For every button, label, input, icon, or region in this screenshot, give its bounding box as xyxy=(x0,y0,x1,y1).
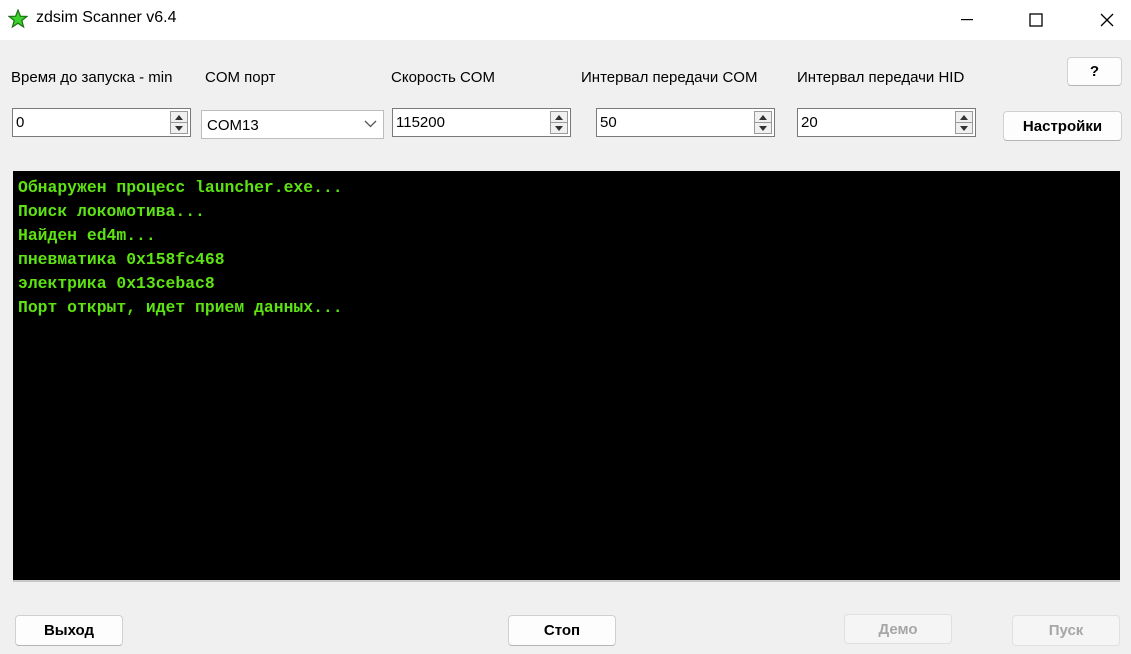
log-line: Порт открыт, идет прием данных... xyxy=(18,298,343,317)
startup-delay-label: Время до запуска - min xyxy=(11,69,173,86)
log-line: Обнаружен процесс launcher.exe... xyxy=(18,178,343,197)
stepper-arrows xyxy=(754,111,772,134)
green-star-icon xyxy=(7,8,29,29)
com-port-label: COM порт xyxy=(205,69,276,86)
maximize-button[interactable] xyxy=(1013,0,1059,40)
com-port-select[interactable]: COM13 xyxy=(201,110,384,139)
stepper-up-icon[interactable] xyxy=(956,112,972,123)
hid-interval-stepper[interactable]: 20 xyxy=(797,108,976,137)
com-interval-value: 50 xyxy=(600,114,617,131)
start-button[interactable]: Пуск xyxy=(1012,615,1120,646)
settings-button[interactable]: Настройки xyxy=(1003,111,1122,141)
com-speed-value: 115200 xyxy=(396,114,445,131)
hid-interval-label: Интервал передачи HID xyxy=(797,69,965,86)
com-speed-stepper[interactable]: 115200 xyxy=(392,108,571,137)
stepper-down-icon[interactable] xyxy=(956,123,972,133)
minimize-icon xyxy=(961,19,973,21)
log-line: пневматика 0x158fc468 xyxy=(18,250,225,269)
hid-interval-value: 20 xyxy=(801,114,818,131)
startup-delay-stepper[interactable]: 0 xyxy=(12,108,191,137)
com-speed-label: Скорость COM xyxy=(391,69,495,86)
stepper-up-icon[interactable] xyxy=(171,112,187,123)
stepper-arrows xyxy=(955,111,973,134)
com-port-value: COM13 xyxy=(207,117,259,134)
close-button[interactable] xyxy=(1084,0,1130,40)
stepper-down-icon[interactable] xyxy=(171,123,187,133)
exit-button[interactable]: Выход xyxy=(15,615,123,646)
log-line: Поиск локомотива... xyxy=(18,202,205,221)
com-interval-stepper[interactable]: 50 xyxy=(596,108,775,137)
demo-button[interactable]: Демо xyxy=(844,614,952,644)
maximize-icon xyxy=(1029,13,1043,27)
help-button[interactable]: ? xyxy=(1067,57,1122,86)
startup-delay-value: 0 xyxy=(16,114,25,131)
stop-button[interactable]: Стоп xyxy=(508,615,616,646)
log-console: Обнаружен процесс launcher.exe... Поиск … xyxy=(13,171,1120,582)
close-icon xyxy=(1100,13,1114,27)
log-line: Найден ed4m... xyxy=(18,226,156,245)
minimize-button[interactable] xyxy=(944,0,990,40)
stepper-up-icon[interactable] xyxy=(551,112,567,123)
com-interval-label: Интервал передачи COM xyxy=(581,69,758,86)
stepper-arrows xyxy=(170,111,188,134)
window-title: zdsim Scanner v6.4 xyxy=(36,9,177,26)
title-bar: zdsim Scanner v6.4 xyxy=(0,0,1131,40)
stepper-arrows xyxy=(550,111,568,134)
chevron-down-icon xyxy=(364,120,377,128)
stepper-up-icon[interactable] xyxy=(755,112,771,123)
stepper-down-icon[interactable] xyxy=(551,123,567,133)
stepper-down-icon[interactable] xyxy=(755,123,771,133)
log-line: электрика 0x13cebac8 xyxy=(18,274,215,293)
